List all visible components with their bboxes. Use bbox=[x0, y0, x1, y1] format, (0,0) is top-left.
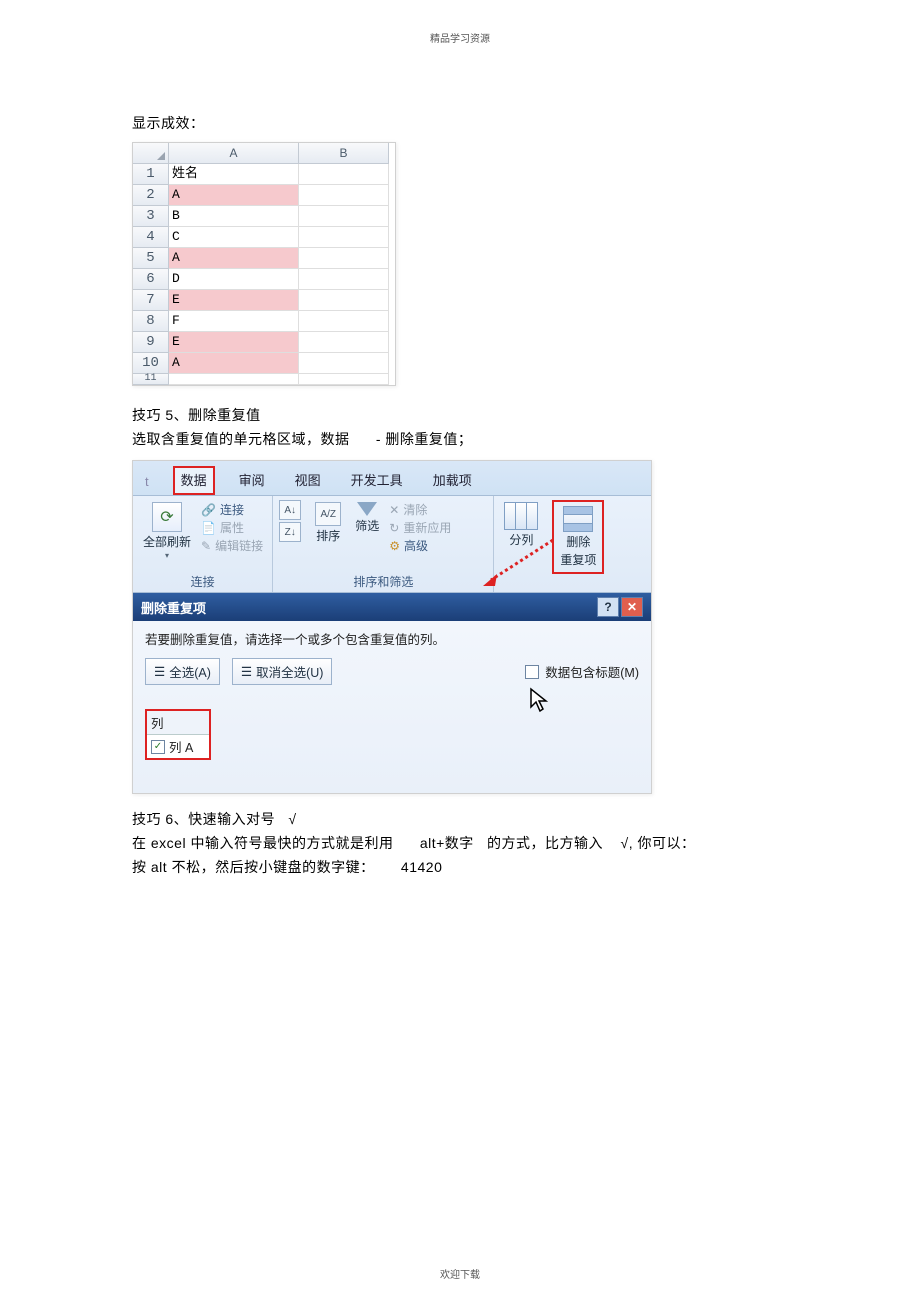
xl-cell bbox=[299, 353, 389, 374]
xl-row-header: 7 bbox=[133, 290, 169, 311]
xl-corner bbox=[133, 143, 169, 164]
data-has-header-checkbox[interactable]: 数据包含标题(M) bbox=[525, 662, 639, 681]
group-connections-label: 连接 bbox=[139, 573, 266, 590]
xl-row-header: 4 bbox=[133, 227, 169, 248]
xl-cell: D bbox=[169, 269, 299, 290]
red-arrow-icon bbox=[481, 536, 561, 586]
select-all-button[interactable]: ☰ 全选(A) bbox=[145, 658, 220, 685]
dialog-titlebar: 删除重复项 ? ✕ bbox=[133, 593, 651, 621]
edit-links-link[interactable]: ✎编辑链接 bbox=[201, 537, 263, 554]
xl-row-header: 3 bbox=[133, 206, 169, 227]
advanced-filter[interactable]: ⚙高级 bbox=[389, 537, 451, 554]
close-button[interactable]: ✕ bbox=[621, 597, 643, 617]
tab-view[interactable]: 视图 bbox=[289, 466, 327, 495]
xl-cell bbox=[299, 311, 389, 332]
xl-cell bbox=[169, 374, 299, 385]
sort-desc-button[interactable]: Z↓ bbox=[279, 522, 301, 542]
xl-cell bbox=[299, 290, 389, 311]
list-icon: ☰ bbox=[241, 664, 252, 679]
xl-col-header: A bbox=[169, 143, 299, 164]
xl-row-header: 8 bbox=[133, 311, 169, 332]
xl-col-header: B bbox=[299, 143, 389, 164]
xl-cell: A bbox=[169, 185, 299, 206]
intro-text: 显示成效： bbox=[132, 112, 792, 134]
xl-cell: A bbox=[169, 248, 299, 269]
dialog-desc: 若要删除重复值，请选择一个或多个包含重复值的列。 bbox=[145, 629, 639, 648]
xl-cell: A bbox=[169, 353, 299, 374]
tip5-body-prefix: 选取含重复值的单元格区域，数据 bbox=[132, 431, 350, 447]
page-header: 精品学习资源 bbox=[0, 30, 920, 45]
excel-result-table: AB1姓名2A3B4C5A6D7E8F9E10A11 bbox=[132, 142, 396, 386]
tab-dev[interactable]: 开发工具 bbox=[345, 466, 409, 495]
unselect-all-button[interactable]: ☰ 取消全选(U) bbox=[232, 658, 333, 685]
tab-addin[interactable]: 加载项 bbox=[427, 466, 478, 495]
xl-row-header: 9 bbox=[133, 332, 169, 353]
xl-cell: E bbox=[169, 290, 299, 311]
column-entry[interactable]: ✓ 列 A bbox=[147, 735, 209, 758]
checkbox-checked-icon: ✓ bbox=[151, 740, 165, 754]
connections-link[interactable]: 🔗连接 bbox=[201, 501, 263, 518]
ribbon-tabs: t 数据 审阅 视图 开发工具 加载项 bbox=[133, 461, 651, 496]
filter-button[interactable]: 筛选 bbox=[351, 500, 383, 536]
sort-button[interactable]: A/Z 排序 bbox=[311, 500, 345, 546]
funnel-icon bbox=[357, 502, 377, 516]
xl-cell: B bbox=[169, 206, 299, 227]
tab-data[interactable]: 数据 bbox=[173, 466, 215, 495]
ribbon-body: ⟳ 全部刷新 ▾ 🔗连接 📄属性 ✎编辑链接 连接 A↓ bbox=[133, 496, 651, 593]
xl-row-header: 5 bbox=[133, 248, 169, 269]
xl-row-header: 11 bbox=[133, 374, 169, 385]
tip6-title: 技巧 6、快速输入对号 √ bbox=[132, 808, 792, 830]
tip5-body-suffix: - 删除重复值； bbox=[376, 431, 473, 447]
group-sortfilter-label: 排序和筛选 bbox=[279, 573, 487, 590]
xl-cell bbox=[299, 227, 389, 248]
xl-cell: 姓名 bbox=[169, 164, 299, 185]
page-footer: 欢迎下载 bbox=[0, 1266, 920, 1281]
sort-asc-button[interactable]: A↓ bbox=[279, 500, 301, 520]
xl-cell bbox=[299, 374, 389, 385]
tab-review[interactable]: 审阅 bbox=[233, 466, 271, 495]
refresh-all-label: 全部刷新 bbox=[143, 533, 191, 550]
xl-cell bbox=[299, 332, 389, 353]
xl-cell bbox=[299, 248, 389, 269]
help-button[interactable]: ? bbox=[597, 597, 619, 617]
reapply-filter[interactable]: ↻重新应用 bbox=[389, 519, 451, 536]
dialog-body: 若要删除重复值，请选择一个或多个包含重复值的列。 ☰ 全选(A) ☰ 取消全选(… bbox=[133, 621, 651, 793]
clear-filter[interactable]: ✕清除 bbox=[389, 501, 451, 518]
refresh-all-button[interactable]: ⟳ 全部刷新 ▾ bbox=[139, 500, 195, 562]
xl-row-header: 10 bbox=[133, 353, 169, 374]
list-icon: ☰ bbox=[154, 664, 165, 679]
xl-cell bbox=[299, 206, 389, 227]
column-select-box: 列 ✓ 列 A bbox=[145, 709, 211, 760]
xl-cell bbox=[299, 164, 389, 185]
ribbon-screenshot: t 数据 审阅 视图 开发工具 加载项 ⟳ 全部刷新 ▾ 🔗连接 📄属性 bbox=[132, 460, 652, 794]
xl-cell: F bbox=[169, 311, 299, 332]
xl-cell bbox=[299, 185, 389, 206]
tip6-line3: 按 alt 不松，然后按小键盘的数字键： 41420 bbox=[132, 856, 792, 878]
tip6-line2: 在 excel 中输入符号最快的方式就是利用 alt+数字 的方式，比方输入 √… bbox=[132, 832, 792, 854]
checkbox-icon bbox=[525, 665, 539, 679]
xl-cell: C bbox=[169, 227, 299, 248]
tip5-body: 选取含重复值的单元格区域，数据 - 删除重复值； bbox=[132, 428, 792, 450]
xl-cell bbox=[299, 269, 389, 290]
xl-row-header: 1 bbox=[133, 164, 169, 185]
dialog-title: 删除重复项 bbox=[141, 598, 206, 617]
xl-cell: E bbox=[169, 332, 299, 353]
cursor-icon bbox=[529, 687, 551, 713]
tip5-title: 技巧 5、删除重复值 bbox=[132, 404, 792, 426]
column-select-header: 列 bbox=[147, 711, 209, 735]
xl-row-header: 2 bbox=[133, 185, 169, 206]
xl-row-header: 6 bbox=[133, 269, 169, 290]
properties-link[interactable]: 📄属性 bbox=[201, 519, 263, 536]
